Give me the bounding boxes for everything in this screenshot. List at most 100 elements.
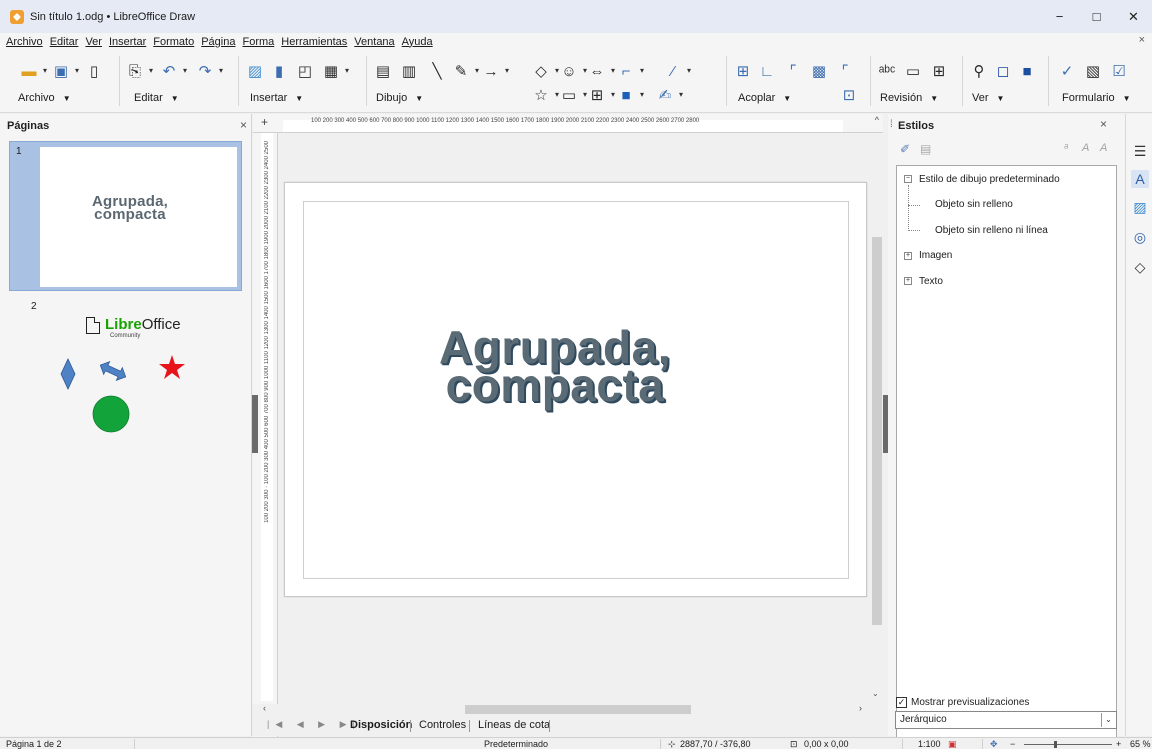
style-list[interactable]: − Estilo de dibujo predeterminado Objeto… — [896, 165, 1117, 745]
navigator-icon[interactable]: ◎ — [1131, 228, 1149, 246]
menu-herramientas[interactable]: Herramientas — [281, 36, 347, 48]
show-previews-row[interactable]: ✓ Mostrar previsualizaciones — [896, 697, 1029, 708]
spelling-icon[interactable]: ᵃᵇᶜ — [878, 62, 896, 80]
paste-icon[interactable]: ⎘ — [126, 62, 153, 80]
dibujo-group-label[interactable]: Dibujo ▼ — [376, 92, 423, 104]
insert-vertical-text-icon[interactable]: ▥ — [400, 62, 418, 80]
undo-icon[interactable]: ↶ — [160, 62, 187, 80]
zoom-out-button[interactable]: − — [1010, 738, 1015, 749]
menu-forma[interactable]: Forma — [242, 36, 274, 48]
stars-icon[interactable]: ☆ — [532, 86, 559, 104]
insert-table-icon[interactable]: ▦ — [322, 62, 349, 80]
arrow-line-icon[interactable]: → — [482, 62, 510, 80]
comment-icon[interactable]: ▭ — [904, 62, 922, 80]
style-filter-select[interactable]: Jerárquico ⌄ — [895, 711, 1117, 729]
save-icon[interactable]: ▣ — [52, 62, 79, 80]
fill-format-mode-icon[interactable]: ✐ — [900, 142, 910, 156]
view-master-icon[interactable]: ■ — [1018, 62, 1036, 80]
export-pdf-icon[interactable]: ▯ — [85, 62, 103, 80]
redo-icon[interactable]: ↷ — [196, 62, 223, 80]
snap-to-grid-icon[interactable]: ⊞ — [734, 62, 752, 80]
scroll-right-icon[interactable]: › — [859, 703, 862, 713]
drawing-page[interactable]: Agrupada, compacta — [284, 182, 867, 597]
update-style-icon[interactable]: ᵃ — [1064, 142, 1068, 154]
show-previews-checkbox[interactable]: ✓ — [896, 697, 907, 708]
insert-image-icon[interactable]: ▨ — [246, 62, 264, 80]
revision-group-label[interactable]: Revisión ▼ — [880, 92, 938, 104]
ruler-scroll-up-icon[interactable]: ^ — [875, 115, 879, 125]
design-mode-icon[interactable]: ✓ — [1058, 62, 1076, 80]
editar-group-label[interactable]: Editar ▼ — [134, 92, 179, 104]
symbol-shapes-icon[interactable]: ☺ — [560, 62, 587, 80]
minimize-button[interactable]: − — [1041, 0, 1078, 33]
curve-icon[interactable]: ✎ — [452, 62, 479, 80]
fit-page-icon[interactable]: ✥ — [990, 738, 998, 749]
close-document-button[interactable]: × — [1139, 34, 1145, 46]
insert-chart-icon[interactable]: ▮ — [270, 62, 288, 80]
callouts-icon[interactable]: ▭ — [560, 86, 587, 104]
line-color-icon[interactable]: ⁄ — [664, 62, 691, 80]
menu-editar[interactable]: Editar — [50, 36, 79, 48]
snap-points-icon[interactable]: ⌜ — [836, 62, 854, 80]
style-item[interactable]: Objeto sin relleno ni línea — [935, 225, 1048, 236]
close-pages-panel-button[interactable]: × — [240, 118, 247, 132]
style-item[interactable]: Objeto sin relleno — [935, 199, 1013, 210]
flowchart-icon[interactable]: ⊞ — [588, 86, 615, 104]
tab-controles[interactable]: Controles — [419, 719, 466, 731]
zoom-in-button[interactable]: + — [1116, 738, 1121, 749]
styles-icon[interactable]: A — [1131, 170, 1149, 188]
horizontal-ruler[interactable]: + 100 200 300 400 500 600 700 800 900 10… — [253, 114, 883, 133]
collapse-icon[interactable]: − — [904, 175, 912, 183]
new-style-icon[interactable]: ▤ — [920, 142, 931, 156]
snap-guides-icon[interactable]: ⊡ — [840, 86, 858, 104]
close-window-button[interactable]: ✕ — [1115, 0, 1152, 33]
checkbox-control-icon[interactable]: ☑ — [1110, 62, 1128, 80]
expand-icon[interactable]: + — [904, 252, 912, 260]
chevron-down-icon[interactable]: ⌄ — [1101, 713, 1115, 727]
view-normal-icon[interactable]: ◻ — [994, 62, 1012, 80]
menu-archivo[interactable]: Archivo — [6, 36, 43, 48]
shadow-icon[interactable]: ✍ — [656, 86, 683, 104]
new-style-from-selection-icon[interactable]: A — [1082, 142, 1089, 154]
zoom-icon[interactable]: ⚲ — [970, 62, 988, 80]
insert-fontwork-icon[interactable]: ◰ — [296, 62, 314, 80]
menu-formato[interactable]: Formato — [153, 36, 194, 48]
load-styles-icon[interactable]: A — [1100, 142, 1107, 154]
left-panel-splitter[interactable] — [252, 395, 258, 453]
block-arrows-icon[interactable]: ⇔ — [588, 62, 616, 80]
fontwork-text[interactable]: Agrupada, compacta — [375, 324, 735, 408]
connector-icon[interactable]: ⌐ — [617, 62, 644, 80]
horizontal-scrollbar[interactable]: ‹ › — [253, 703, 870, 715]
menu-ventana[interactable]: Ventana — [354, 36, 394, 48]
acoplar-group-label[interactable]: Acoplar ▼ — [738, 92, 791, 104]
expand-icon[interactable]: + — [904, 277, 912, 285]
basic-shapes-icon[interactable]: ◇ — [532, 62, 559, 80]
snap-frame-icon[interactable]: ▩ — [810, 62, 828, 80]
form-text-icon[interactable]: ▧ — [1084, 62, 1102, 80]
line-icon[interactable]: ╲ — [428, 62, 446, 80]
zoom-slider-handle[interactable] — [1054, 741, 1057, 748]
open-folder-icon[interactable]: ▬ — [20, 62, 48, 80]
fill-color-icon[interactable]: ■ — [617, 86, 644, 104]
maximize-button[interactable]: □ — [1078, 0, 1115, 33]
snap-lines-icon[interactable]: ∟ — [758, 62, 776, 80]
snap-border-icon[interactable]: ⌜ — [784, 62, 802, 80]
menu-ver[interactable]: Ver — [85, 36, 102, 48]
archivo-group-label[interactable]: Archivo ▼ — [18, 92, 71, 104]
style-item[interactable]: Imagen — [919, 250, 952, 261]
style-item[interactable]: Estilo de dibujo predeterminado — [919, 174, 1060, 185]
slide-thumbnail-1[interactable]: 1 Agrupada, compacta — [9, 141, 242, 291]
close-styles-panel-button[interactable]: × — [1100, 117, 1107, 131]
layer-navigation-arrows[interactable]: |◀ ◀ ▶ ▶| — [267, 719, 361, 730]
vertical-scrollbar[interactable]: ⌄ — [870, 133, 883, 704]
zoom-level[interactable]: 65 % — [1130, 738, 1151, 749]
insertar-group-label[interactable]: Insertar ▼ — [250, 92, 303, 104]
properties-icon[interactable]: ☰ — [1131, 142, 1149, 160]
formulario-group-label[interactable]: Formulario ▼ — [1062, 92, 1131, 104]
tab-disposicion[interactable]: Disposición — [350, 719, 412, 731]
menu-pagina[interactable]: Página — [201, 36, 235, 48]
scroll-left-icon[interactable]: ‹ — [263, 703, 266, 713]
style-item[interactable]: Texto — [919, 276, 943, 287]
tab-lineas-de-cota[interactable]: Líneas de cota — [478, 719, 550, 731]
grid-display-icon[interactable]: ⊞ — [930, 62, 948, 80]
